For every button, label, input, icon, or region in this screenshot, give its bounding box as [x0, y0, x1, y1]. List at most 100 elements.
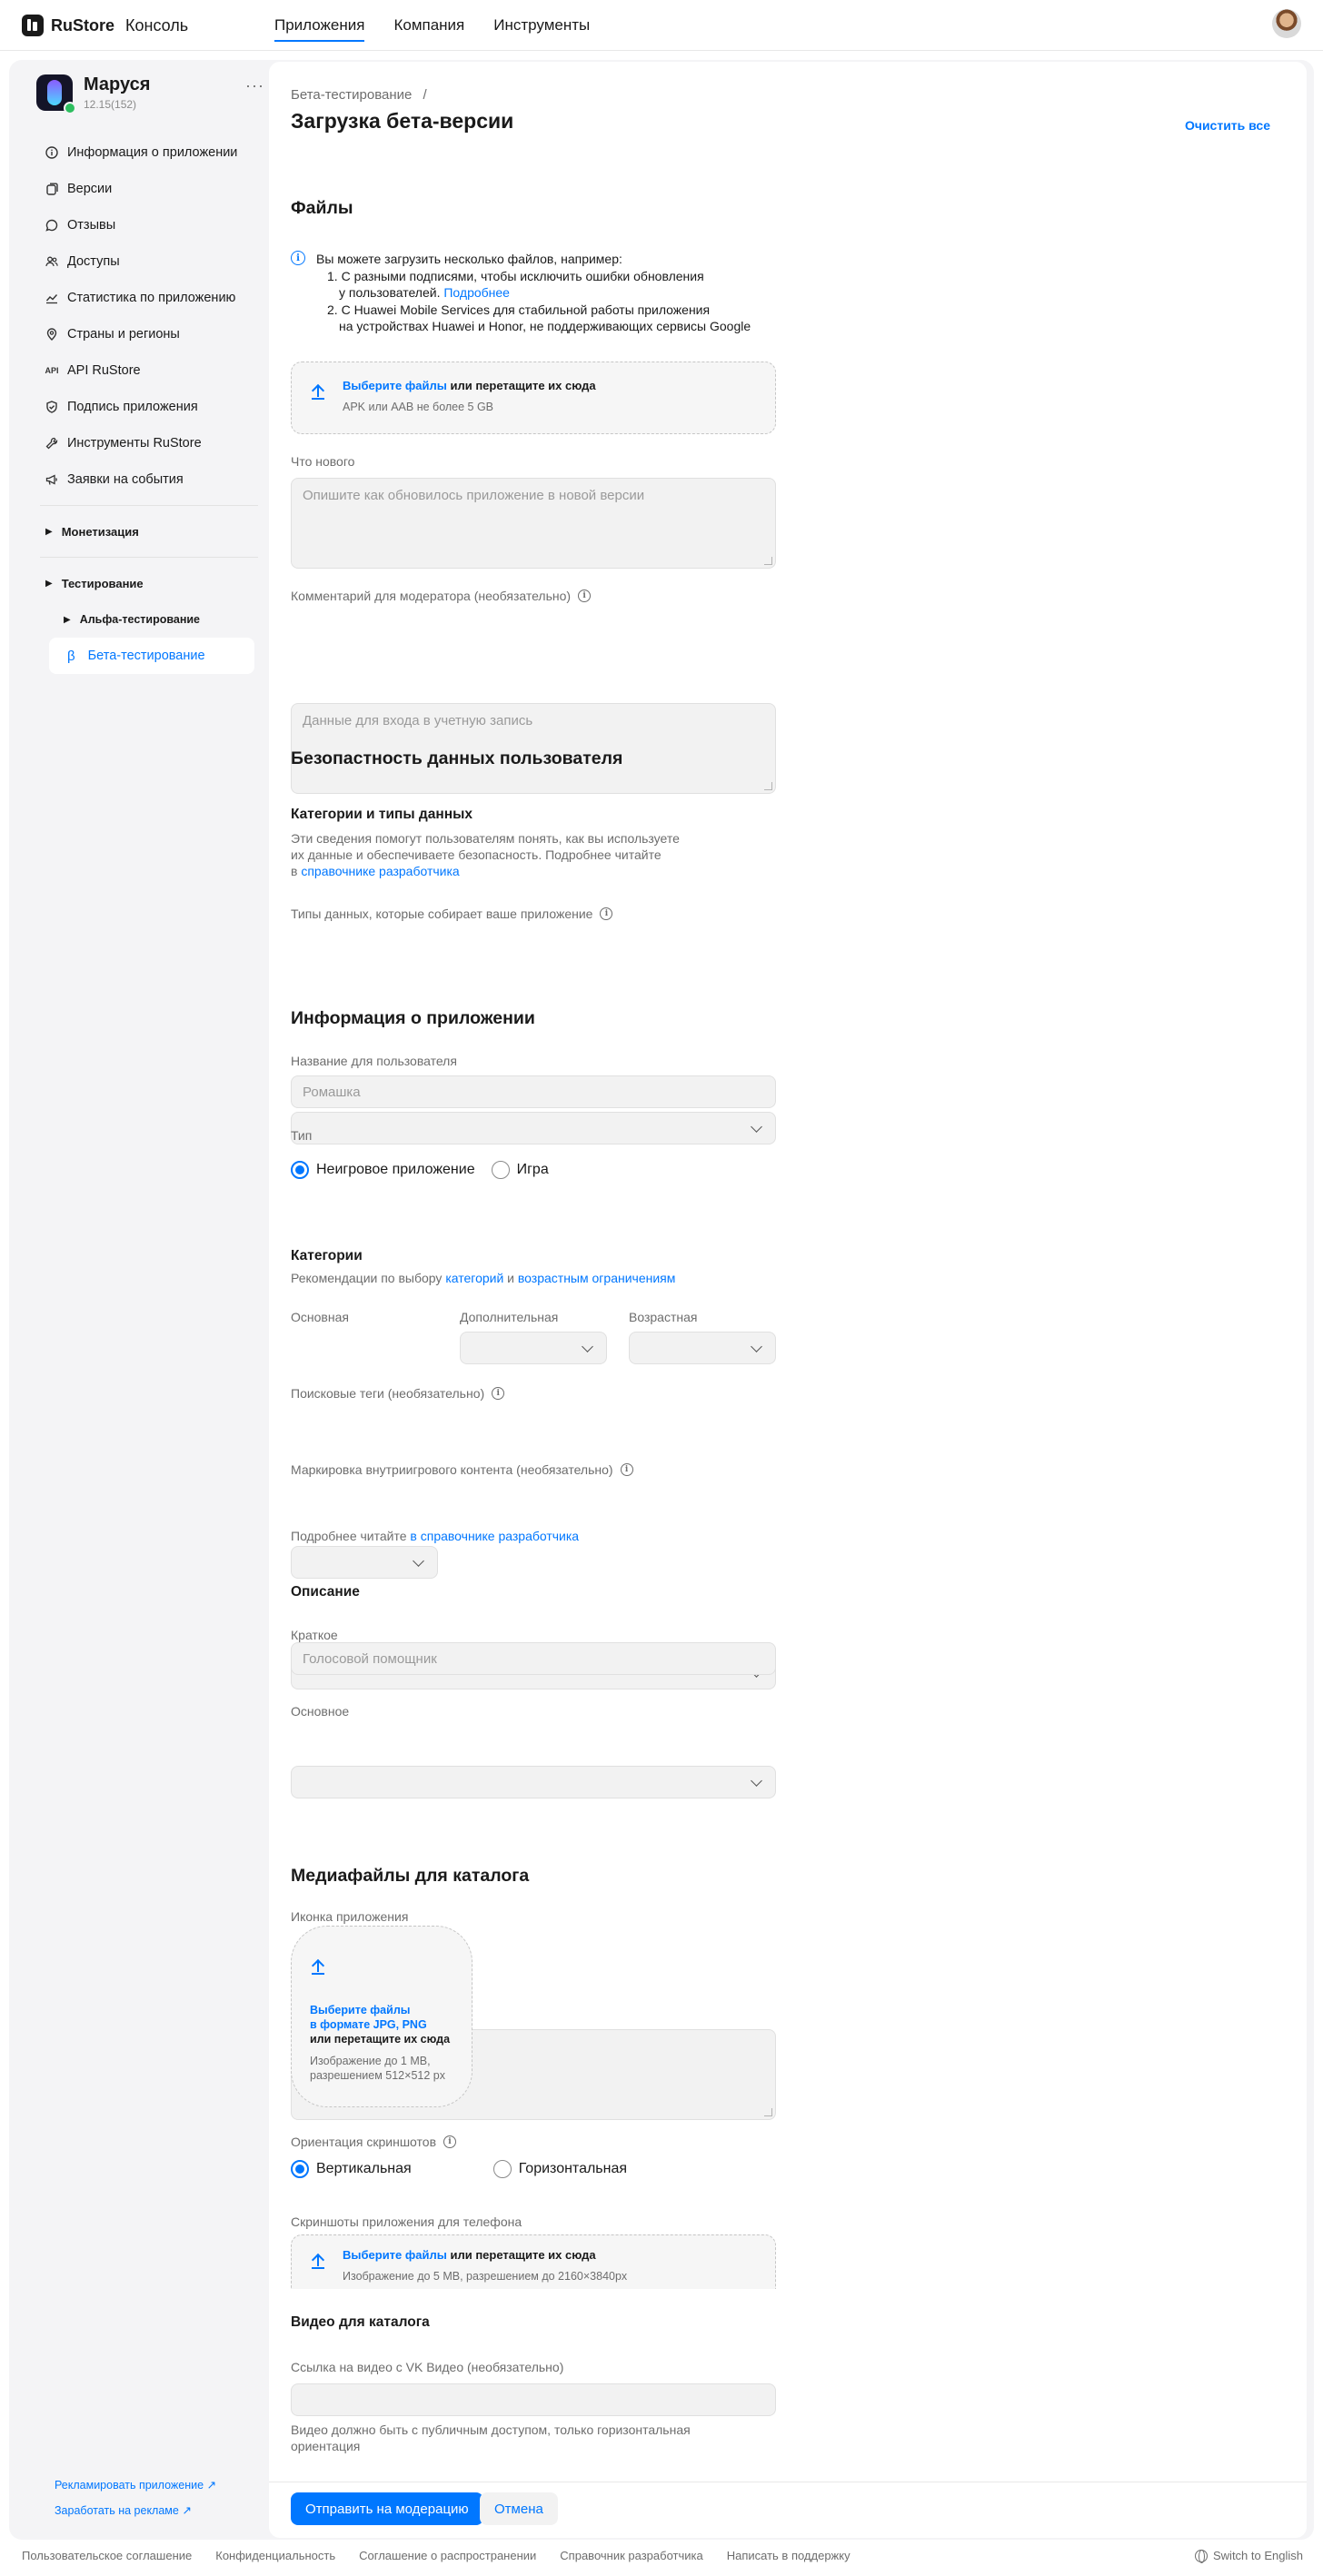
age-limits-link[interactable]: возрастным ограничениям: [518, 1271, 675, 1285]
sidebar-item-statistics[interactable]: Статистика по приложению: [31, 280, 267, 316]
globe-icon: [1195, 2549, 1208, 2563]
categories-heading: Категории: [291, 1248, 363, 1263]
search-tags-label: Поисковые теги (необязательно) i: [291, 1386, 505, 1401]
footer-link-dev-guide[interactable]: Справочник разработчика: [560, 2549, 702, 2562]
sidebar-item-access[interactable]: Доступы: [31, 243, 267, 280]
sidebar-item-api[interactable]: API API RuStore: [31, 352, 267, 389]
developer-guide-link[interactable]: справочнике разработчика: [301, 864, 459, 878]
footer-link-privacy[interactable]: Конфиденциальность: [215, 2549, 335, 2562]
info-icon[interactable]: i: [443, 2135, 457, 2148]
orientation-horizontal[interactable]: Горизонтальная: [492, 2160, 627, 2178]
type-option-game[interactable]: Игра: [491, 1161, 549, 1179]
short-description-input[interactable]: Голосовой помощник: [291, 1642, 776, 1675]
rustore-logo-icon: [22, 15, 44, 36]
submit-moderation-button[interactable]: Отправить на модерацию: [291, 2492, 483, 2525]
footer-link-distribution[interactable]: Соглашение о распространении: [359, 2549, 536, 2562]
screenshots-dropzone[interactable]: Выберите файлы или перетащите их сюда Из…: [291, 2234, 776, 2289]
app-name: Маруся: [84, 74, 151, 94]
choose-files-link[interactable]: Выберите файлы: [343, 379, 447, 392]
users-icon: [45, 255, 58, 268]
radio-label: Неигровое приложение: [316, 1162, 475, 1177]
beta-icon: β: [67, 648, 75, 664]
breadcrumb-separator: /: [423, 87, 427, 103]
sidebar-item-label: Информация о приложении: [67, 145, 238, 160]
user-name-input[interactable]: Ромашка: [291, 1075, 776, 1108]
orientation-vertical[interactable]: Вертикальная: [291, 2160, 412, 2178]
more-icon[interactable]: ···: [245, 76, 264, 95]
info-icon[interactable]: i: [492, 1387, 505, 1400]
info-item-2a: 2. С Huawei Mobile Services для стабильн…: [327, 302, 711, 317]
sidebar-item-label: Инструменты RuStore: [67, 436, 202, 451]
nav-apps[interactable]: Приложения: [274, 0, 365, 51]
clear-all-button[interactable]: Очистить все: [1185, 118, 1270, 133]
safety-text-line: Эти сведения помогут пользователям понят…: [291, 831, 680, 846]
sidebar-item-label: Статистика по приложению: [67, 291, 236, 305]
sidebar-item-versions[interactable]: Версии: [31, 171, 267, 207]
info-icon[interactable]: i: [620, 1463, 633, 1476]
chart-icon: [45, 292, 58, 304]
footer-link-support[interactable]: Написать в поддержку: [727, 2549, 850, 2562]
choose-screenshots-link[interactable]: Выберите файлы: [343, 2248, 447, 2262]
sidebar-item-app-info[interactable]: Информация о приложении: [31, 134, 267, 171]
age-category-select[interactable]: [629, 1332, 776, 1364]
main-category-select[interactable]: [291, 1546, 438, 1579]
choose-icon-link[interactable]: Выберите файлы: [310, 2003, 450, 2017]
chevron-down-icon: [751, 1775, 762, 1787]
categories-link[interactable]: категорий: [445, 1271, 503, 1285]
advertise-app-link[interactable]: Рекламировать приложение ↗: [55, 2478, 216, 2492]
radio-unchecked[interactable]: [492, 2160, 512, 2178]
data-types-select[interactable]: [291, 1112, 776, 1144]
sidebar-group-monetization[interactable]: ▶ Монетизация: [31, 513, 267, 550]
language-switch-label: Switch to English: [1213, 2549, 1303, 2562]
radio-checked[interactable]: [291, 2160, 309, 2178]
language-switch[interactable]: Switch to English: [1195, 2549, 1303, 2563]
radio-unchecked[interactable]: [491, 1161, 510, 1179]
type-radio-group: Неигровое приложение Игра: [291, 1161, 549, 1179]
breadcrumb-item[interactable]: Бета-тестирование: [291, 87, 412, 103]
icon-dropzone[interactable]: Выберите файлы в формате JPG, PNG или пе…: [291, 1926, 472, 2107]
drop-text: или перетащите их сюда: [446, 2248, 596, 2262]
more-link[interactable]: Подробнее: [443, 285, 510, 300]
sidebar-item-label: Заявки на события: [67, 472, 184, 487]
file-dropzone[interactable]: Выберите файлы или перетащите их сюда AP…: [291, 362, 776, 434]
nav-tools[interactable]: Инструменты: [493, 0, 590, 51]
sidebar: Маруся 12.15(152) ··· Информация о прило…: [22, 62, 269, 2538]
footer-link-terms[interactable]: Пользовательское соглашение: [22, 2549, 192, 2562]
page-title: Загрузка бета-версии: [291, 109, 514, 133]
sidebar-item-reviews[interactable]: Отзывы: [31, 207, 267, 243]
content-marking-select[interactable]: [291, 1766, 776, 1798]
radio-checked[interactable]: [291, 1161, 309, 1179]
safety-description: Эти сведения помогут пользователям понят…: [291, 830, 680, 879]
type-option-nongame[interactable]: Неигровое приложение: [291, 1161, 475, 1179]
rustore-logo[interactable]: RuStore Консоль: [22, 15, 188, 36]
nav-company[interactable]: Компания: [393, 0, 464, 51]
orientation-label: Ориентация скриншотов i: [291, 2135, 457, 2149]
sidebar-item-beta-testing[interactable]: β Бета-тестирование: [49, 638, 254, 674]
icon-format-link[interactable]: в формате JPG, PNG: [310, 2017, 450, 2032]
sidebar-item-countries[interactable]: Страны и регионы: [31, 316, 267, 352]
info-icon: [45, 146, 58, 159]
user-avatar[interactable]: [1272, 9, 1301, 38]
main-panel: Бета-тестирование / Загрузка бета-версии…: [269, 62, 1307, 2538]
info-icon[interactable]: i: [578, 590, 592, 602]
developer-guide-link[interactable]: в справочнике разработчика: [410, 1529, 579, 1543]
earn-on-ads-link[interactable]: Заработать на рекламе ↗: [55, 2503, 192, 2517]
sidebar-item-signature[interactable]: Подпись приложения: [31, 389, 267, 425]
cancel-button[interactable]: Отмена: [480, 2492, 558, 2525]
info-icon[interactable]: i: [600, 907, 613, 920]
sidebar-item-label: Версии: [67, 182, 113, 196]
rec-text: Рекомендации по выбору: [291, 1271, 446, 1285]
content-marking-label-text: Маркировка внутриигрового контента (необ…: [291, 1462, 613, 1477]
expand-triangle-icon: ▶: [64, 614, 71, 625]
sidebar-item-tools[interactable]: Инструменты RuStore: [31, 425, 267, 461]
sidebar-item-alpha-testing[interactable]: ▶ Альфа-тестирование: [31, 601, 267, 638]
extra-category-select[interactable]: [460, 1332, 607, 1364]
whats-new-textarea[interactable]: Опишите как обновилось приложение в ново…: [291, 478, 776, 569]
age-category-label: Возрастная: [629, 1310, 698, 1324]
screenshots-hint: Изображение до 5 MB, разрешением до 2160…: [343, 2270, 628, 2283]
sidebar-item-events[interactable]: Заявки на события: [31, 461, 267, 498]
sidebar-group-label: Монетизация: [61, 524, 139, 539]
sidebar-group-testing[interactable]: ▶ Тестирование: [31, 565, 267, 601]
video-link-input[interactable]: [291, 2383, 776, 2416]
info-item-1a: 1. С разными подписями, чтобы исключить …: [327, 268, 704, 283]
